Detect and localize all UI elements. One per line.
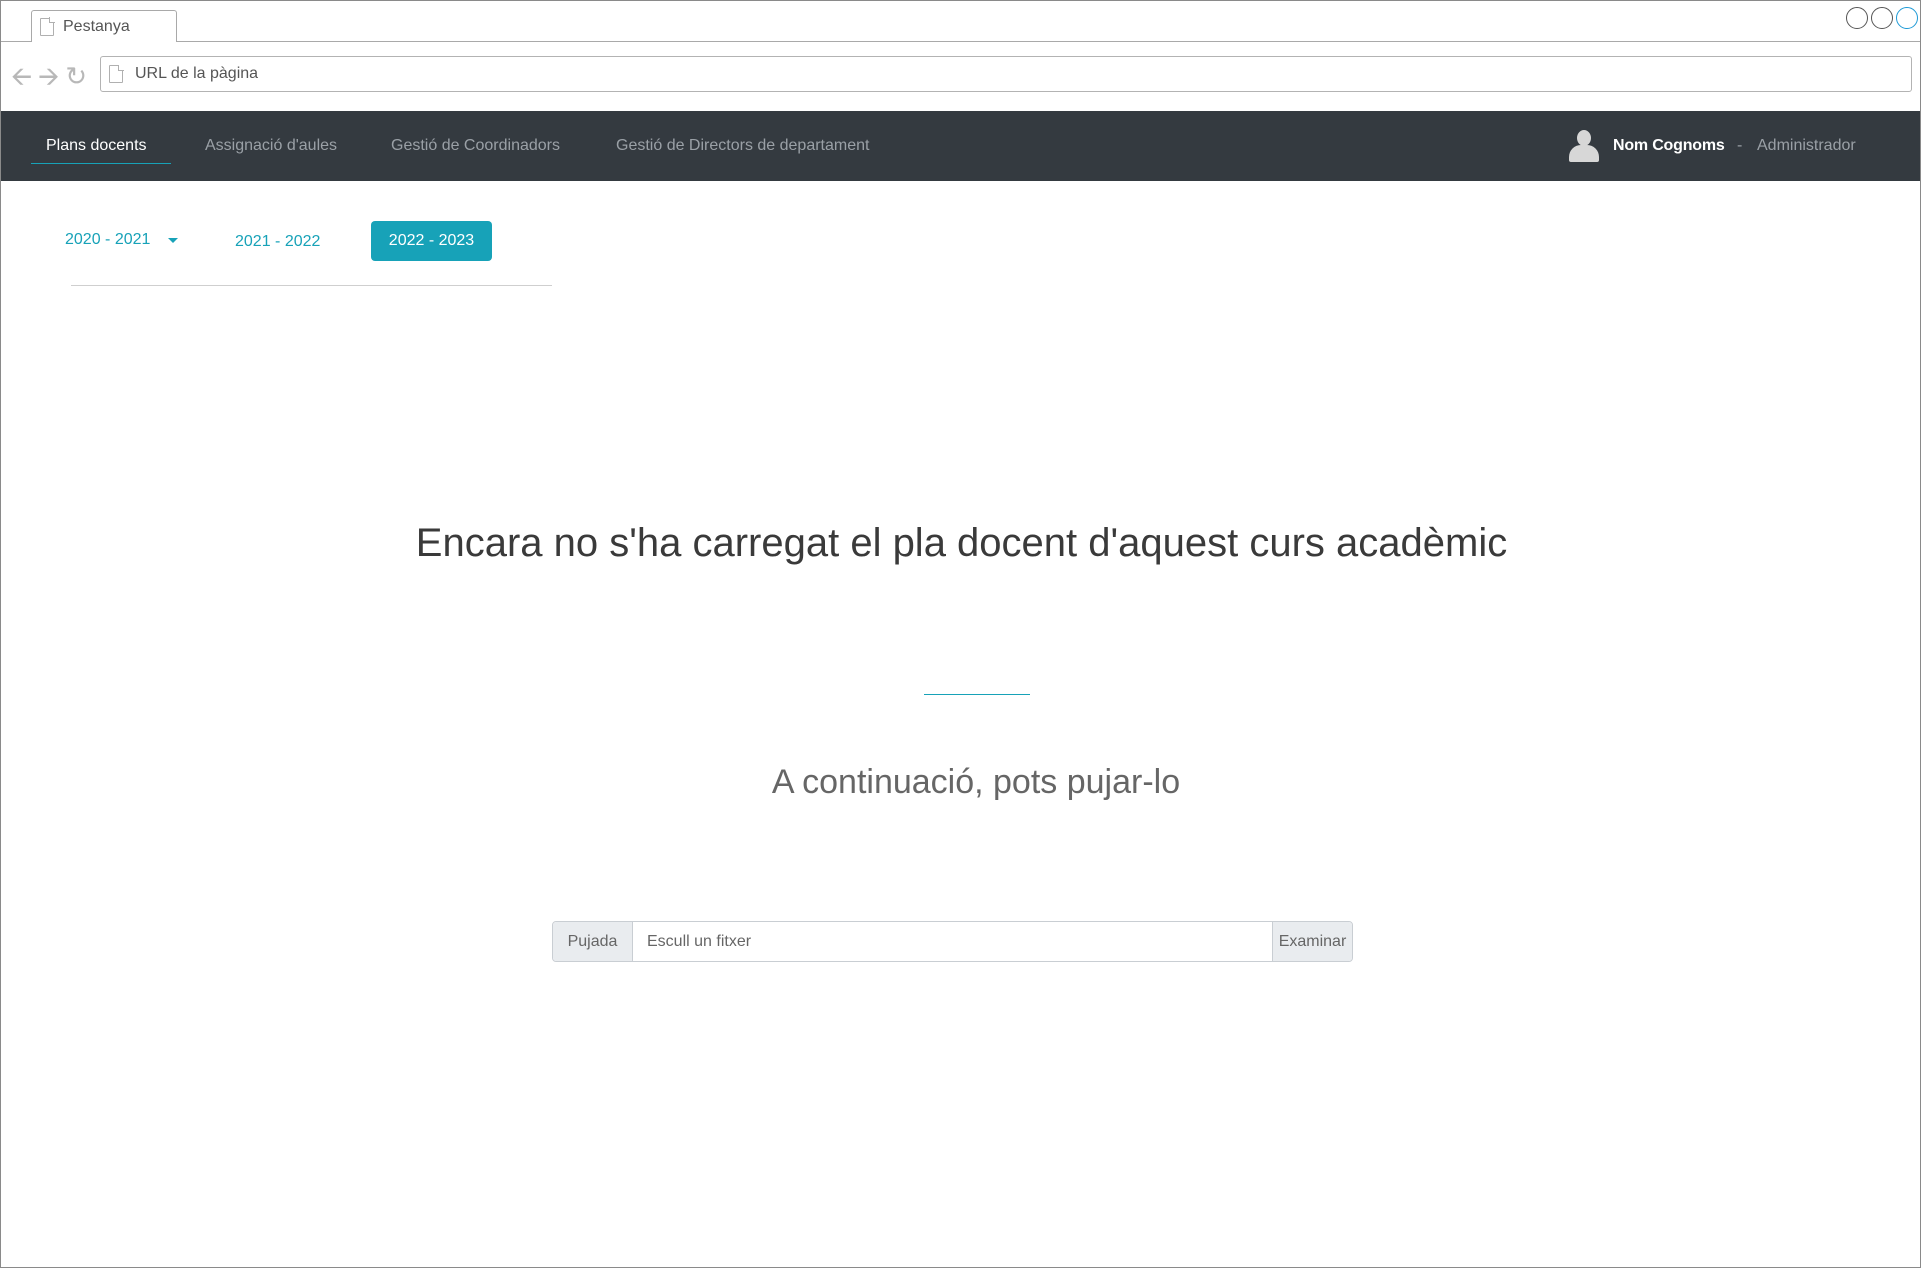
nav-item-assignacio-aules[interactable]: Assignació d'aules — [205, 111, 337, 181]
browser-window: Pestanya 🡨 🡪 ↻ URL de la pàgina Plans do… — [0, 0, 1921, 1268]
year-tabs: 2020 - 2021 2021 - 2022 2022 - 2023 — [1, 181, 601, 291]
active-nav-underline — [31, 163, 171, 164]
browser-tab[interactable]: Pestanya — [31, 10, 177, 43]
top-navbar: Plans docents Assignació d'aules Gestió … — [1, 111, 1920, 181]
user-separator: - — [1737, 137, 1743, 154]
minimize-button[interactable] — [1846, 7, 1868, 29]
file-input[interactable]: Escull un fitxer — [633, 922, 1272, 961]
back-arrow-icon[interactable]: 🡨 — [11, 64, 32, 90]
tab-strip: Pestanya — [1, 1, 1920, 43]
url-input[interactable]: URL de la pàgina — [100, 56, 1912, 92]
window-controls — [1846, 7, 1918, 29]
nav-item-plans-docents[interactable]: Plans docents — [46, 111, 147, 181]
url-text: URL de la pàgina — [135, 65, 259, 82]
year-tab-2020-2021[interactable]: 2020 - 2021 — [65, 231, 179, 249]
close-button[interactable] — [1896, 7, 1918, 29]
user-role: Administrador — [1757, 137, 1856, 154]
year-tab-2021-2022[interactable]: 2021 - 2022 — [235, 233, 320, 251]
browse-button[interactable]: Examinar — [1272, 922, 1352, 961]
user-name[interactable]: Nom Cognoms — [1613, 111, 1725, 181]
empty-state-subheading: A continuació, pots pujar-lo — [771, 763, 1181, 801]
forward-arrow-icon[interactable]: 🡪 — [38, 64, 59, 90]
reload-icon[interactable]: ↻ — [65, 64, 87, 90]
page-icon — [109, 64, 124, 83]
upload-prefix-label: Pujada — [553, 922, 633, 961]
tab-title: Pestanya — [63, 17, 130, 35]
heading-divider — [924, 694, 1030, 695]
year-label: 2020 - 2021 — [65, 231, 151, 248]
empty-state-heading: Encara no s'ha carregat el pla docent d'… — [415, 521, 1508, 565]
year-tabs-divider — [71, 285, 552, 286]
year-tab-2022-2023[interactable]: 2022 - 2023 — [371, 221, 492, 261]
nav-controls: 🡨 🡪 ↻ — [11, 64, 87, 90]
address-bar: 🡨 🡪 ↻ URL de la pàgina — [1, 42, 1920, 111]
caret-down-icon — [168, 237, 179, 243]
maximize-button[interactable] — [1871, 7, 1893, 29]
nav-item-gestio-coordinadors[interactable]: Gestió de Coordinadors — [391, 111, 560, 181]
page-icon — [40, 17, 55, 36]
nav-item-gestio-directors[interactable]: Gestió de Directors de departament — [616, 111, 869, 181]
file-upload-group: Pujada Escull un fitxer Examinar — [552, 921, 1353, 962]
user-avatar-icon[interactable] — [1569, 130, 1599, 162]
